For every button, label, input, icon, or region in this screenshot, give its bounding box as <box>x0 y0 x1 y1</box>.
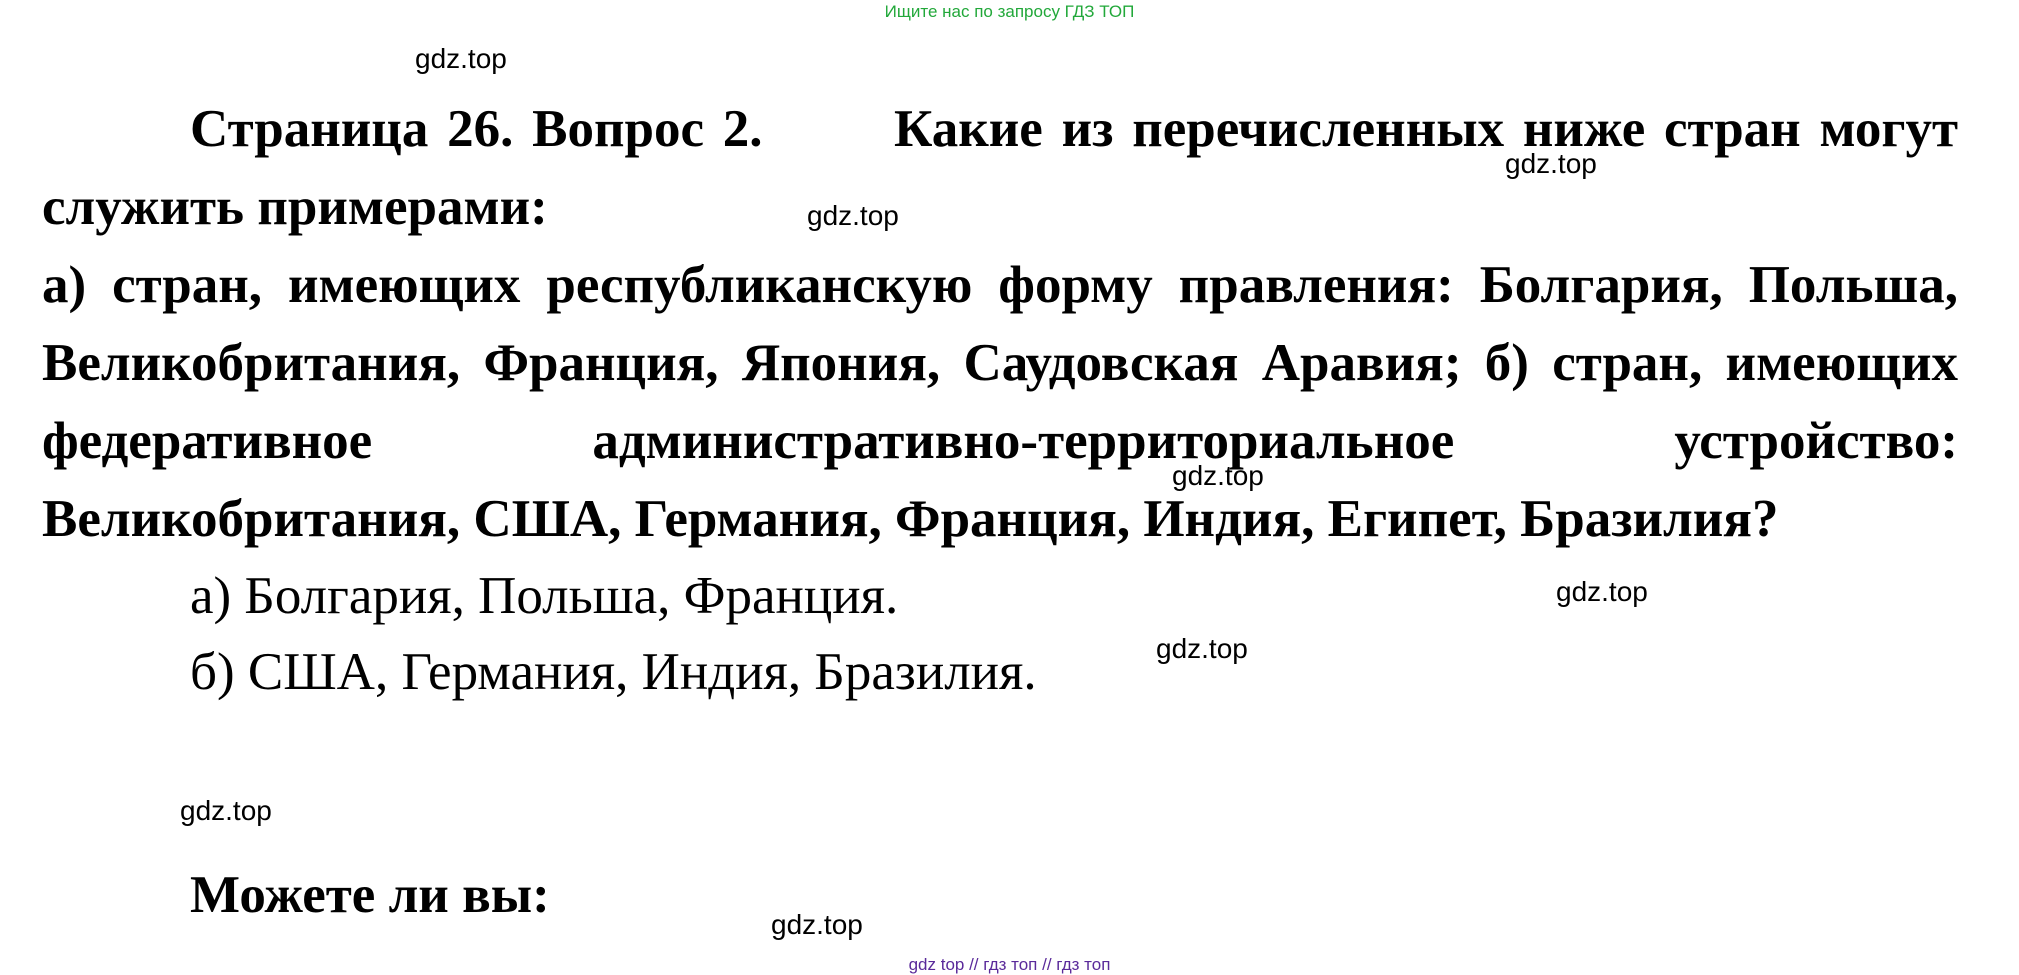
document-page: Ищите нас по запросу ГДЗ ТОП Страница 26… <box>0 0 2019 974</box>
watermark: gdz.top <box>1172 460 1264 491</box>
watermark: gdz.top <box>1556 576 1648 607</box>
top-banner: Ищите нас по запросу ГДЗ ТОП <box>884 2 1135 21</box>
watermark: gdz.top <box>180 795 272 826</box>
question-text: Страница 26. Вопрос 2. Какие из перечисл… <box>42 90 1958 558</box>
answer-b: б) США, Германия, Индия, Бразилия. <box>190 643 1037 701</box>
footer-watermark: gdz top // гдз топ // гдз топ <box>908 955 1111 974</box>
question-header: Страница 26. Вопрос 2. <box>190 100 763 158</box>
question-block: Страница 26. Вопрос 2. Какие из перечисл… <box>42 90 1958 710</box>
watermark: gdz.top <box>1505 148 1597 179</box>
watermark: gdz.top <box>771 909 863 940</box>
next-section-title: Можете ли вы: <box>190 866 550 924</box>
watermark: gdz.top <box>1156 633 1248 664</box>
question-body: а) стран, имеющих республиканскую форму … <box>42 256 1958 548</box>
watermark: gdz.top <box>415 43 507 74</box>
answer-a: а) Болгария, Польша, Франция. <box>190 567 899 625</box>
watermark: gdz.top <box>807 200 899 231</box>
